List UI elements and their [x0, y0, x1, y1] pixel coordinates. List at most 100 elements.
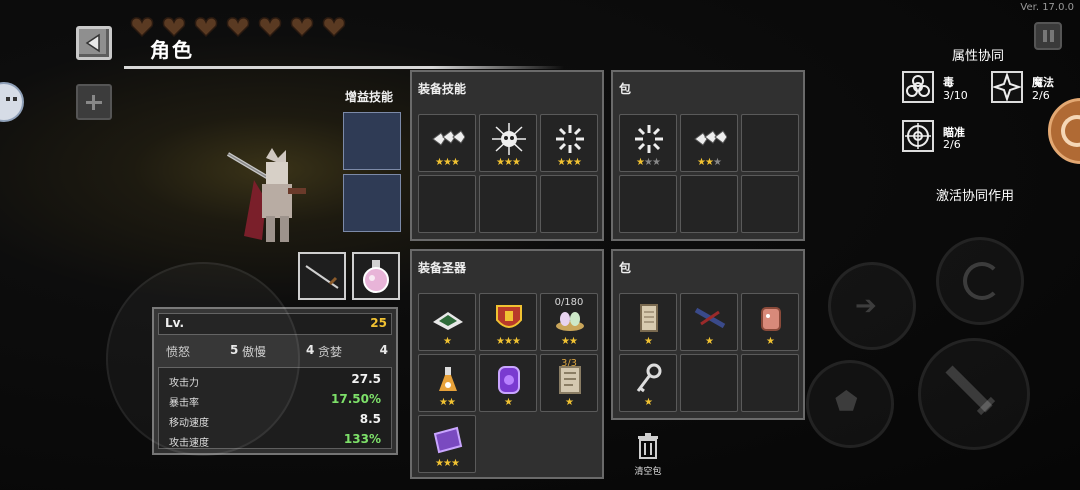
bag-skills-slot-2[interactable]: ★★★ [680, 114, 738, 172]
star-icon: ★ [496, 336, 505, 347]
star-rating: ★ [620, 336, 676, 348]
equip-relics-slot-6[interactable]: 3/3 ★ [540, 354, 598, 412]
equip-skills-slot-1[interactable]: ★★★ [418, 114, 476, 172]
star-rating: ★ [681, 336, 737, 348]
clear-bag-button[interactable]: 清空包 [628, 432, 668, 482]
star-icon: ★ [697, 157, 706, 168]
star-icon: ★ [644, 397, 653, 408]
bag-relics-slot-1[interactable]: ★ [619, 293, 677, 351]
potion-slot[interactable] [352, 252, 400, 300]
equip-relics-slot-7[interactable]: ★★★ [418, 415, 476, 473]
pause-button[interactable] [1034, 22, 1062, 50]
character-sprite [226, 148, 306, 242]
bag-relics-slot-4[interactable]: ★ [619, 354, 677, 412]
bone-chain-icon [432, 130, 465, 146]
equip-skills-slot-6[interactable] [540, 175, 598, 233]
star-icon: ★ [435, 458, 444, 469]
star-icon: ★ [651, 157, 661, 168]
star-rating: ★★★ [480, 157, 536, 169]
pink-potion-icon [363, 260, 389, 293]
star-icon: ★ [712, 157, 722, 168]
scroll-icon [640, 304, 658, 332]
equip-skills-slot-2[interactable]: ★★★ [479, 114, 537, 172]
bag-skills-title: 包 [619, 82, 632, 96]
version-label: Ver. 17.0.0 [1020, 2, 1074, 13]
crescent-icon [963, 262, 1001, 300]
bag-skills-slot-4[interactable] [619, 175, 677, 233]
activate-synergy-button[interactable]: 激活协同作用 [936, 185, 1014, 204]
bag-relics-title: 包 [619, 261, 632, 275]
star-icon: ★ [439, 397, 448, 408]
expand-button[interactable] [76, 84, 112, 120]
red-shield-icon [496, 305, 522, 328]
star-icon: ★ [450, 458, 460, 469]
bag-relics-slot-5[interactable] [680, 354, 738, 412]
orange-skill-button[interactable] [1048, 98, 1080, 164]
bag-skills-slot-1[interactable]: ★★★ [619, 114, 677, 172]
purple-book-icon [433, 426, 463, 454]
bag-relics-panel: 包 ★ ★ ★ ★ [611, 249, 805, 420]
biohazard-icon[interactable] [902, 71, 934, 103]
magic-star-icon[interactable] [991, 71, 1023, 103]
star-icon: ★ [644, 157, 653, 168]
star-icon: ★ [569, 336, 578, 347]
equip-skills-slot-3[interactable]: ★★★ [540, 114, 598, 172]
crosshair-icon[interactable] [902, 120, 934, 152]
star-icon: ★ [504, 336, 513, 347]
star-icon: ★ [557, 157, 566, 168]
potion-flask-icon [439, 367, 457, 391]
weapon-slot[interactable] [298, 252, 346, 300]
movement-joystick[interactable] [106, 262, 300, 456]
star-rating: ★ [742, 336, 798, 348]
spark-burst-icon [556, 125, 584, 153]
buff-skill-slot-2[interactable] [343, 174, 401, 232]
bag-skills-slot-5[interactable] [680, 175, 738, 233]
attack-button[interactable] [918, 338, 1030, 450]
sword-icon [305, 265, 339, 289]
crossbow-icon [694, 307, 726, 329]
star-rating: ★ [480, 397, 536, 409]
star-icon: ★ [447, 397, 456, 408]
star-rating: ★★★ [419, 157, 475, 169]
heart-icon [194, 17, 218, 38]
star-icon: ★ [705, 336, 714, 347]
equip-relics-slot-4[interactable]: ★★ [418, 354, 476, 412]
synergy-title: 属性协同 [952, 49, 1005, 64]
key-icon [636, 363, 662, 393]
equip-skills-slot-5[interactable] [479, 175, 537, 233]
bag-skills-slot-3[interactable] [741, 114, 799, 172]
special-skill-button[interactable] [936, 237, 1024, 325]
back-button[interactable] [76, 26, 112, 60]
bag-relics-slot-6[interactable] [741, 354, 799, 412]
star-icon: ★ [565, 397, 574, 408]
equip-relics-slot-3[interactable]: 0/180 ★★ [540, 293, 598, 351]
clear-bag-label: 清空包 [634, 467, 662, 477]
winged-boot-icon: ⬟ [835, 387, 858, 417]
dash-button[interactable]: ➔ [828, 262, 916, 350]
equip-relics-slot-1[interactable]: ★ [418, 293, 476, 351]
spark-burst-icon [635, 125, 663, 153]
star-icon: ★ [561, 336, 570, 347]
sword-attack-icon [945, 365, 996, 416]
synergy-value-aim: 2/6 [943, 138, 961, 151]
bag-relics-slot-3[interactable]: ★ [741, 293, 799, 351]
face-icon [6, 97, 10, 101]
star-rating: ★ [620, 397, 676, 409]
star-rating: ★★ [419, 397, 475, 409]
star-icon: ★ [572, 157, 582, 168]
jump-button[interactable]: ⬟ [806, 360, 894, 448]
star-icon: ★ [504, 397, 513, 408]
bag-skills-panel: 包 ★★★ ★★★ [611, 70, 805, 241]
bag-skills-slot-6[interactable] [741, 175, 799, 233]
bag-relics-slot-2[interactable]: ★ [680, 293, 738, 351]
star-rating: ★ [419, 336, 475, 348]
heart-icon [162, 17, 186, 38]
equip-relics-slot-5[interactable]: ★ [479, 354, 537, 412]
equip-relics-slot-2[interactable]: ★★★ [479, 293, 537, 351]
star-icon: ★ [443, 458, 452, 469]
star-icon: ★ [565, 157, 574, 168]
synergy-name-poison: 毒 [943, 76, 954, 89]
equip-skills-slot-4[interactable] [418, 175, 476, 233]
buff-skill-slot-1[interactable] [343, 112, 401, 170]
side-menu-button[interactable] [0, 82, 24, 122]
